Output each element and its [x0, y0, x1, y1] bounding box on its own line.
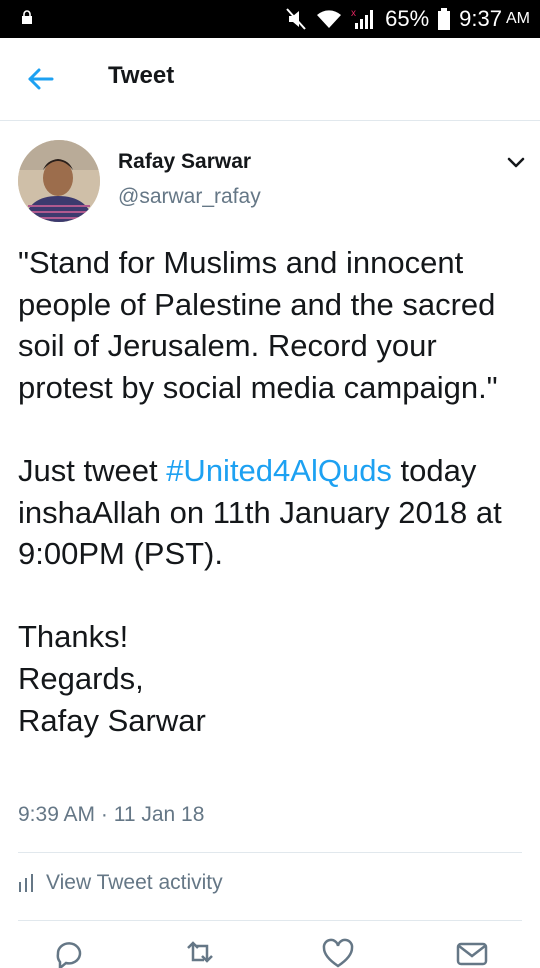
reply-icon[interactable]: [52, 938, 84, 968]
tweet-paragraph-1: "Stand for Muslims and innocent people o…: [18, 245, 498, 405]
wifi-icon: [317, 10, 342, 28]
clock-ampm: AM: [506, 10, 530, 27]
status-bar: x 65% 9:37 AM: [0, 0, 540, 38]
avatar[interactable]: [18, 140, 100, 222]
page-title: Tweet: [108, 62, 175, 89]
divider: [18, 920, 522, 921]
clock-time: 9:37: [459, 6, 502, 31]
tweet-signoff-name: Rafay Sarwar: [18, 702, 206, 738]
mute-icon: [286, 8, 306, 30]
lock-icon: [22, 10, 32, 24]
tweet-text-segment: Just tweet: [18, 452, 167, 488]
top-app-bar: Tweet: [0, 38, 540, 121]
chevron-down-icon[interactable]: [504, 150, 528, 174]
view-tweet-activity-label: View Tweet activity: [46, 871, 223, 894]
signal-icon: x: [351, 8, 374, 29]
battery-percent: 65%: [385, 6, 430, 31]
status-icons: x 65% 9:37 AM: [285, 0, 530, 38]
tweet-text: "Stand for Muslims and innocent people o…: [18, 242, 528, 741]
tweet-signoff-thanks: Thanks!: [18, 619, 129, 655]
author-handle[interactable]: @sarwar_rafay: [118, 185, 261, 209]
battery-icon: [438, 8, 451, 30]
arrow-left-icon[interactable]: [26, 64, 56, 94]
view-tweet-activity-link[interactable]: View Tweet activity: [18, 871, 223, 895]
tweet-timestamp: 9:39 AM · 11 Jan 18: [18, 803, 205, 826]
direct-message-icon[interactable]: [456, 938, 488, 968]
heart-icon[interactable]: [322, 938, 354, 968]
tweet-paragraph-2: Just tweet #United4AlQuds today inshaAll…: [18, 450, 528, 575]
svg-text:x: x: [351, 8, 356, 19]
tweet-author: Rafay Sarwar @sarwar_rafay: [18, 140, 528, 224]
bar-chart-icon: [19, 874, 33, 892]
tweet-actions: [0, 938, 540, 968]
divider: [18, 852, 522, 853]
retweet-icon[interactable]: [184, 938, 216, 968]
author-name[interactable]: Rafay Sarwar: [118, 150, 251, 174]
hashtag-link[interactable]: #United4AlQuds: [166, 453, 392, 488]
tweet-signoff-regards: Regards,: [18, 660, 144, 696]
